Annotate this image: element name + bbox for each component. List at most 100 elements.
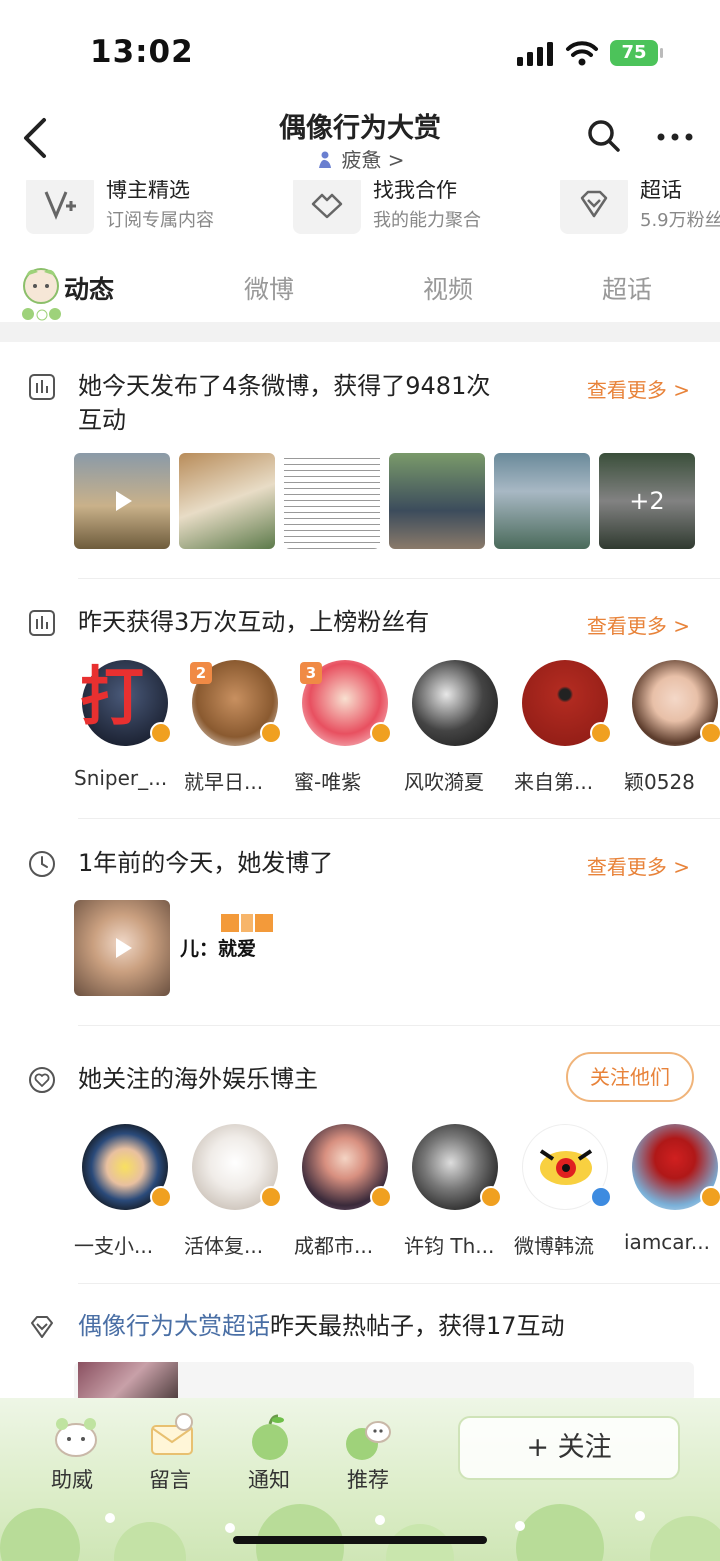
title-line: 她今天发布了4条微博，获得了9481次 [78, 372, 491, 400]
verified-badge-icon [590, 1186, 612, 1208]
verified-badge-icon [260, 722, 282, 744]
section-divider [0, 322, 720, 342]
verified-badge-icon [700, 1186, 720, 1208]
verified-badge-icon [150, 1186, 172, 1208]
see-more-fans-link[interactable]: 查看更多 > [587, 610, 690, 639]
blogger-avatar[interactable]: 成都市... [294, 1122, 394, 1262]
rank-badge: 2 [190, 662, 212, 684]
feature-desc: 5.9万粉丝 [640, 210, 720, 231]
post-thumbnails: +2 [74, 453, 720, 549]
feature-supertopic[interactable]: 超话 5.9万粉丝 [560, 180, 720, 240]
top-fans-list: 打 Sniper_... 2 就早日... 3 蜜-唯紫 风吹漪夏 来自第...… [74, 658, 720, 798]
blogger-avatar[interactable]: 微博韩流 [514, 1122, 614, 1262]
blogger-name: 许钧 Th... [404, 1234, 495, 1258]
post-thumbnail[interactable] [284, 453, 380, 549]
top-fans-title: 昨天获得3万次互动，上榜粉丝有 [78, 608, 430, 636]
tab-bar: 动态 微博 视频 超话 [0, 250, 720, 322]
notify-button[interactable]: 通知 [248, 1464, 290, 1494]
post-thumbnail[interactable]: +2 [599, 453, 695, 549]
bar-chart-icon [29, 374, 55, 400]
verified-badge-icon [480, 1186, 502, 1208]
blogger-avatar[interactable]: 活体复... [184, 1122, 284, 1262]
hot-post-title: 偶像行为大赏超话昨天最热帖子，获得17互动 [78, 1309, 565, 1343]
recommend-button[interactable]: 推荐 [347, 1464, 389, 1494]
status-time: 13:02 [90, 34, 194, 70]
fan-avatar[interactable]: 来自第... [514, 658, 614, 798]
play-icon [116, 938, 132, 958]
follow-button[interactable]: + 关注 [458, 1416, 680, 1480]
diamond-icon [560, 180, 628, 234]
fan-name: 蜜-唯紫 [294, 770, 362, 794]
home-indicator [233, 1536, 487, 1544]
cellular-signal-icon [517, 42, 553, 66]
follow-them-button[interactable]: 关注他们 [566, 1052, 694, 1102]
fan-avatar[interactable]: 打 Sniper_... [74, 658, 174, 798]
search-icon[interactable] [586, 118, 622, 154]
post-thumbnail[interactable] [179, 453, 275, 549]
feature-cooperation[interactable]: 找我合作 我的能力聚合 [293, 180, 523, 240]
fan-avatar[interactable]: 风吹漪夏 [404, 658, 504, 798]
memory-thumbnail[interactable] [74, 900, 170, 996]
nav-bar: 偶像行为大赏 疲惫 > [0, 100, 720, 180]
notify-icon [252, 1414, 288, 1460]
divider [78, 818, 720, 819]
feature-name: 博主精选 [106, 180, 190, 202]
divider [78, 1025, 720, 1026]
message-button[interactable]: 留言 [149, 1464, 191, 1494]
divider [78, 1283, 720, 1284]
feature-name: 超话 [640, 180, 682, 202]
see-more-memory-link[interactable]: 查看更多 > [587, 851, 690, 880]
more-options-icon[interactable] [655, 122, 695, 152]
post-thumbnail[interactable] [494, 453, 590, 549]
memory-text-bars [175, 914, 275, 932]
blogger-avatar[interactable]: iamcar... [624, 1122, 720, 1262]
memory-title: 1年前的今天，她发博了 [78, 849, 334, 877]
avatar [412, 660, 498, 746]
rank-badge: 3 [300, 662, 322, 684]
overseas-bloggers-list: 一支小... 活体复... 成都市... 许钧 Th... 微博韩流 iamca… [74, 1122, 720, 1262]
feature-strip: 博主精选 订阅专属内容 找我合作 我的能力聚合 超话 5.9万粉丝 [0, 180, 720, 242]
feature-name: 找我合作 [373, 180, 457, 202]
fan-avatar[interactable]: 3 蜜-唯紫 [294, 658, 394, 798]
overseas-bloggers-title: 她关注的海外娱乐博主 [78, 1065, 318, 1093]
verified-badge-icon [370, 1186, 392, 1208]
see-more-posts-link[interactable]: 查看更多 > [587, 374, 690, 403]
cheer-button[interactable]: 助威 [51, 1464, 93, 1494]
fan-avatar[interactable]: 2 就早日... [184, 658, 284, 798]
heart-icon [29, 1067, 55, 1093]
bunny-mascot-icon [22, 268, 61, 321]
feature-desc: 我的能力聚合 [373, 210, 481, 231]
cheer-icon [55, 1418, 97, 1457]
blogger-avatar[interactable]: 一支小... [74, 1122, 174, 1262]
v-plus-icon [26, 180, 94, 234]
tab-feed[interactable]: 动态 [64, 270, 114, 306]
recommend-icon [346, 1421, 391, 1460]
feature-blogger-picks[interactable]: 博主精选 订阅专属内容 [26, 180, 256, 240]
blogger-name: 一支小... [74, 1234, 154, 1258]
title-line: 互动 [78, 406, 126, 434]
fan-name: 就早日... [184, 770, 264, 794]
fan-name: 来自第... [514, 770, 594, 794]
tab-weibo[interactable]: 微博 [244, 270, 294, 306]
divider [78, 578, 720, 579]
tired-emoji-icon [319, 151, 332, 168]
supertopic-link[interactable]: 偶像行为大赏超话 [78, 1312, 270, 1340]
blogger-name: iamcar... [624, 1230, 711, 1254]
tab-supertopic[interactable]: 超话 [602, 270, 652, 306]
blogger-name: 微博韩流 [514, 1234, 594, 1258]
more-photos-count: +2 [599, 453, 695, 549]
tab-video[interactable]: 视频 [423, 270, 473, 306]
battery-indicator: 75 [610, 40, 663, 66]
verified-badge-icon [370, 722, 392, 744]
blogger-avatar[interactable]: 许钧 Th... [404, 1122, 504, 1262]
post-thumbnail[interactable] [74, 453, 170, 549]
post-thumbnail[interactable] [389, 453, 485, 549]
verified-badge-icon [260, 1186, 282, 1208]
hot-post-title-rest: 昨天最热帖子，获得17互动 [270, 1312, 565, 1340]
diamond-icon [31, 1316, 53, 1338]
mood-label: 疲惫 > [341, 148, 405, 172]
fan-avatar[interactable]: 颖0528 [624, 658, 720, 798]
hot-post-card[interactable] [74, 1362, 694, 1402]
message-icon [151, 1413, 193, 1455]
bottom-action-bar: 助威 留言 通知 推荐 + 关注 [0, 1398, 720, 1561]
